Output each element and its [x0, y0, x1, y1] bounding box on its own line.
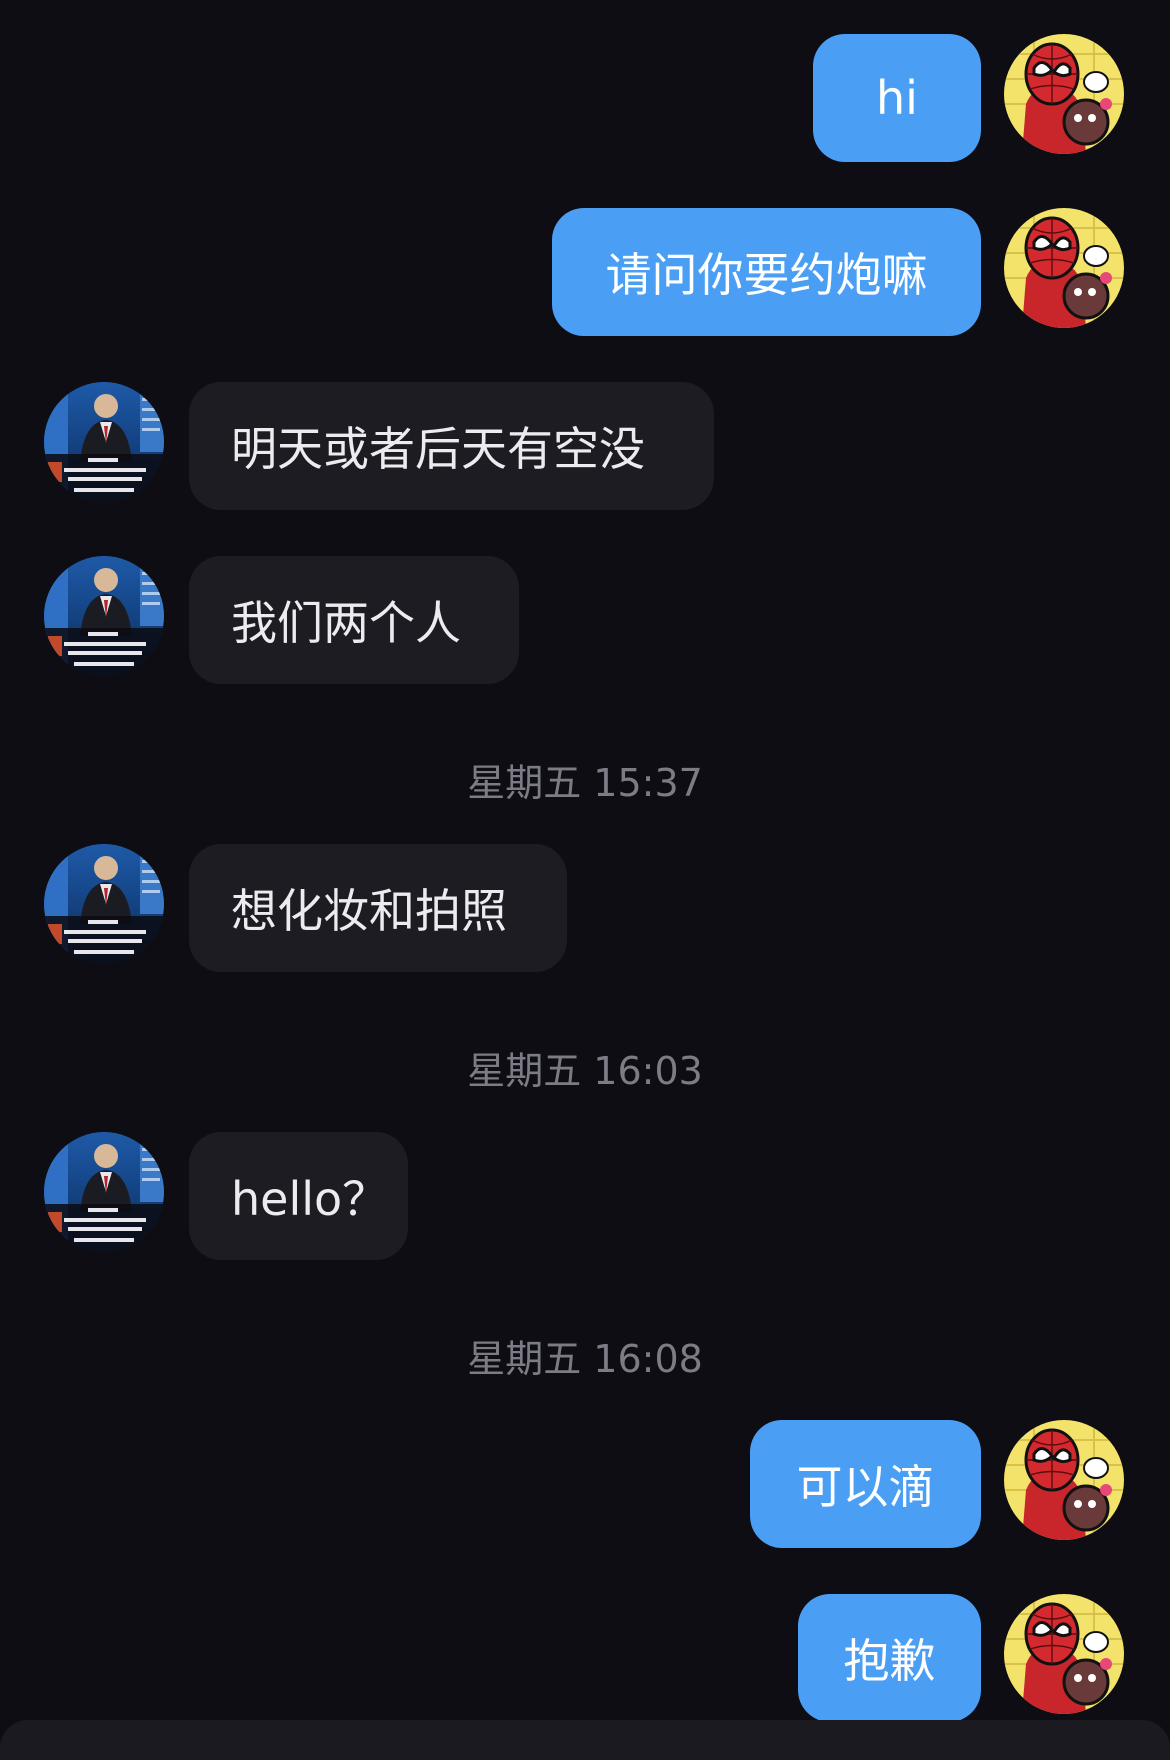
timestamp-divider: 星期五 16:08: [467, 1337, 703, 1381]
message-text: 明天或者后天有空没: [231, 422, 645, 476]
message-row: 我们两个人: [0, 556, 1170, 684]
message-row: 可以滴: [0, 1420, 1170, 1548]
message-row: 想化妆和拍照: [0, 844, 1170, 972]
outgoing-message-bubble[interactable]: hi: [813, 34, 981, 162]
contact-avatar-icon: [44, 844, 164, 964]
self-avatar[interactable]: [1004, 1594, 1124, 1714]
spiderman-avatar-icon: [1004, 208, 1124, 328]
timestamp-divider: 星期五 15:37: [467, 761, 703, 805]
input-bar-edge: [0, 1720, 1170, 1760]
message-row: hi: [0, 34, 1170, 162]
incoming-message-bubble[interactable]: 我们两个人: [189, 556, 519, 684]
contact-avatar[interactable]: [44, 1132, 164, 1252]
outgoing-message-bubble[interactable]: 可以滴: [750, 1420, 981, 1548]
message-row: 请问你要约炮嘛: [0, 208, 1170, 336]
message-text: 抱歉: [843, 1634, 936, 1688]
contact-avatar-icon: [44, 1132, 164, 1252]
message-text: hi: [876, 71, 918, 125]
contact-avatar[interactable]: [44, 382, 164, 502]
message-text: 我们两个人: [231, 596, 461, 650]
timestamp-divider: 星期五 16:03: [467, 1049, 703, 1093]
self-avatar[interactable]: [1004, 208, 1124, 328]
message-text: 可以滴: [796, 1460, 935, 1514]
spiderman-avatar-icon: [1004, 1420, 1124, 1540]
message-text: 请问你要约炮嘛: [605, 248, 928, 302]
message-row: 明天或者后天有空没: [0, 382, 1170, 510]
outgoing-message-bubble[interactable]: 抱歉: [798, 1594, 981, 1722]
message-row: hello？: [0, 1132, 1170, 1260]
incoming-message-bubble[interactable]: 明天或者后天有空没: [189, 382, 714, 510]
outgoing-message-bubble[interactable]: 请问你要约炮嘛: [552, 208, 981, 336]
contact-avatar-icon: [44, 556, 164, 676]
message-text: 想化妆和拍照: [231, 884, 507, 938]
self-avatar[interactable]: [1004, 1420, 1124, 1540]
contact-avatar-icon: [44, 382, 164, 502]
incoming-message-bubble[interactable]: hello？: [189, 1132, 408, 1260]
message-text: hello？: [231, 1172, 389, 1226]
message-row: 抱歉: [0, 1594, 1170, 1722]
contact-avatar[interactable]: [44, 556, 164, 676]
contact-avatar[interactable]: [44, 844, 164, 964]
spiderman-avatar-icon: [1004, 34, 1124, 154]
spiderman-avatar-icon: [1004, 1594, 1124, 1714]
self-avatar[interactable]: [1004, 34, 1124, 154]
incoming-message-bubble[interactable]: 想化妆和拍照: [189, 844, 567, 972]
